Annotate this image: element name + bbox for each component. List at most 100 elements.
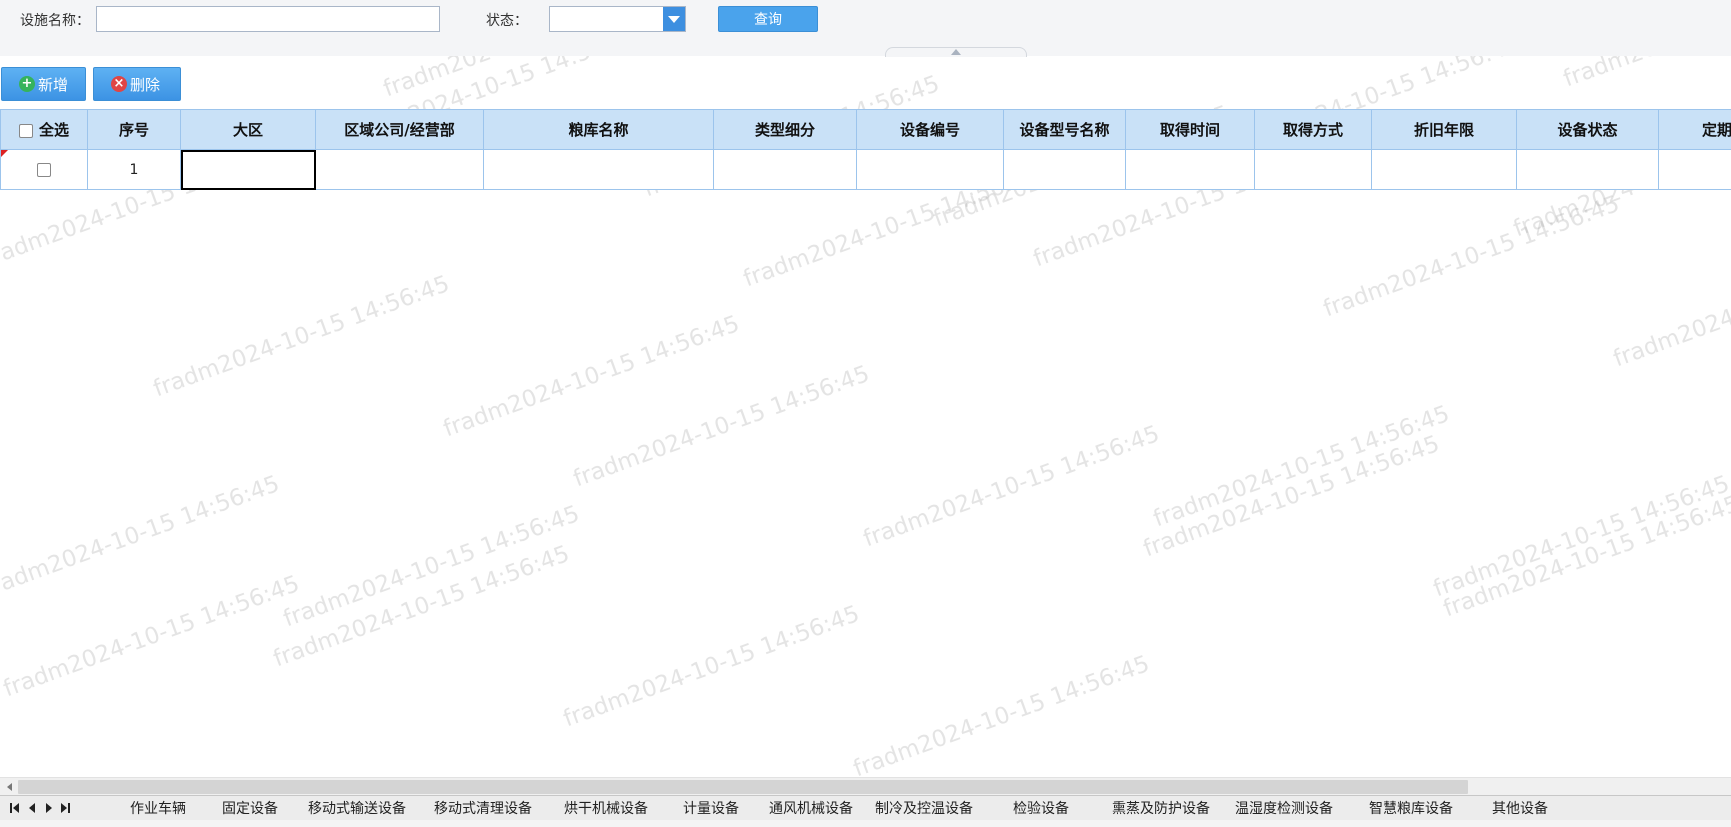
prev-sheet-icon[interactable]: [23, 796, 40, 820]
horizontal-scrollbar[interactable]: [0, 777, 1731, 795]
watermark-text: fradm2024-10-15 14:56:45: [0, 470, 283, 603]
col-header-equipment-no[interactable]: 设备编号: [856, 109, 1004, 150]
add-button[interactable]: + 新增: [1, 67, 86, 101]
col-header-depot-name[interactable]: 粮库名称: [483, 109, 714, 150]
sheet-tab-12[interactable]: 其他设备: [1470, 796, 1570, 820]
sheet-tab-label: 检验设备: [1013, 801, 1069, 817]
row-checkbox[interactable]: [37, 162, 51, 177]
watermark-text: fradm2024-10-15 14:56:45: [1560, 56, 1731, 92]
watermark-text: fradm2024-10-15 14:56:45: [1430, 470, 1731, 603]
equipment-grid: 全选 序号 大区 区域公司/经营部 粮库名称 类型细分 设备编号 设备型号名称 …: [0, 109, 1731, 190]
table-cell[interactable]: [1254, 149, 1372, 190]
sheet-tab-1[interactable]: 固定设备: [197, 796, 303, 820]
table-cell[interactable]: [1516, 149, 1659, 190]
sheet-tab-2[interactable]: 移动式输送设备: [288, 796, 426, 820]
col-header-depreciation[interactable]: 折旧年限: [1371, 109, 1517, 150]
sheet-tab-5[interactable]: 计量设备: [660, 796, 762, 820]
scroll-left-icon[interactable]: [2, 781, 16, 793]
sheet-tab-label: 通风机械设备: [769, 801, 853, 817]
sheet-tab-label: 烘干机械设备: [564, 801, 648, 817]
table-cell[interactable]: [1371, 149, 1517, 190]
watermark-text: fradm2024-10-15 14:56:45: [440, 310, 743, 443]
sheet-tab-7[interactable]: 制冷及控温设备: [860, 796, 988, 820]
select-all-header[interactable]: 全选: [0, 109, 88, 150]
watermark-text: fradm2024-10-15 14:56:45: [380, 56, 683, 102]
select-all-label: 全选: [38, 121, 69, 139]
table-cell[interactable]: [1658, 149, 1731, 190]
watermark-text: fradm2024-10-15 14:56:45: [1320, 190, 1623, 323]
next-sheet-icon[interactable]: [40, 796, 57, 820]
table-row[interactable]: 1: [0, 149, 1731, 190]
delete-button[interactable]: × 删除: [93, 67, 181, 101]
first-sheet-icon[interactable]: [6, 796, 23, 820]
sheet-tab-3[interactable]: 移动式清理设备: [413, 796, 553, 820]
close-icon: ×: [111, 76, 127, 92]
watermark-text: fradm2024-10-15 14:56:45: [1610, 241, 1731, 373]
scrollbar-thumb[interactable]: [18, 780, 1468, 794]
watermark-text: fradm2024-10-15 14:56:45: [560, 600, 863, 733]
sheet-tab-label: 作业车辆: [130, 801, 186, 817]
col-header-acquired-method[interactable]: 取得方式: [1254, 109, 1372, 150]
sheet-tab-label: 移动式输送设备: [308, 801, 406, 817]
table-cell[interactable]: [713, 149, 857, 190]
col-header-equipment-status[interactable]: 设备状态: [1516, 109, 1659, 150]
facility-name-input[interactable]: [96, 6, 440, 32]
sheet-tab-label: 智慧粮库设备: [1369, 801, 1453, 817]
facility-name-label: 设施名称：: [20, 13, 90, 29]
chevron-down-icon[interactable]: [663, 7, 685, 31]
watermark-text: fradm2024-10-15 14:56:45: [150, 270, 453, 403]
table-cell[interactable]: [483, 149, 714, 190]
watermark-text: fradm2024-10-15 14:56:45: [1150, 400, 1453, 533]
sheet-tab-8[interactable]: 检验设备: [975, 796, 1107, 820]
watermark-text: fradm2024-10-15 14:56:45: [860, 420, 1163, 553]
select-all-checkbox[interactable]: [18, 123, 33, 138]
edited-marker: [1, 150, 8, 157]
col-header-region[interactable]: 大区: [180, 109, 316, 150]
watermark-text: fradm2024-10-15 14:56:45: [0, 570, 303, 703]
sheet-tab-label: 计量设备: [683, 801, 739, 817]
status-label: 状态：: [486, 13, 528, 29]
delete-button-label: 删除: [130, 75, 161, 94]
sheet-nav: [6, 796, 74, 820]
col-header-type[interactable]: 类型细分: [713, 109, 857, 150]
sheet-tab-6[interactable]: 通风机械设备: [750, 796, 872, 820]
watermark-text: fradm2024-10-15 14:56:45: [1440, 490, 1731, 623]
col-header-acquired-time[interactable]: 取得时间: [1125, 109, 1255, 150]
sheet-tab-9[interactable]: 熏蒸及防护设备: [1095, 796, 1227, 820]
status-select[interactable]: [549, 6, 686, 32]
sheet-tab-0[interactable]: 作业车辆: [101, 796, 215, 820]
table-cell[interactable]: 1: [87, 149, 181, 190]
grid-header-row: 全选 序号 大区 区域公司/经营部 粮库名称 类型细分 设备编号 设备型号名称 …: [0, 109, 1731, 150]
watermark-text: fradm2024-10-15 14:56:45: [1140, 430, 1443, 563]
last-sheet-icon[interactable]: [57, 796, 74, 820]
table-cell-active[interactable]: [180, 149, 316, 190]
plus-icon: +: [19, 76, 35, 92]
sheet-tab-4[interactable]: 烘干机械设备: [540, 796, 672, 820]
sheet-tab-label: 其他设备: [1492, 801, 1548, 817]
query-button[interactable]: 查询: [718, 6, 818, 32]
sheet-tab-label: 温湿度检测设备: [1235, 801, 1333, 817]
col-header-company[interactable]: 区域公司/经营部: [315, 109, 484, 150]
table-cell[interactable]: [856, 149, 1004, 190]
col-header-index[interactable]: 序号: [87, 109, 181, 150]
watermark-text: fradm2024-10-15 14:56:45: [570, 360, 873, 493]
query-bar: 设施名称： 状态： 查询: [0, 0, 1731, 57]
table-cell[interactable]: [1003, 149, 1126, 190]
watermark-text: fradm2024-10-15 14:56:45: [270, 540, 573, 673]
sheet-tab-label: 固定设备: [222, 801, 278, 817]
sheet-tab-10[interactable]: 温湿度检测设备: [1215, 796, 1353, 820]
table-cell[interactable]: [1125, 149, 1255, 190]
col-header-maintenance[interactable]: 定期维: [1658, 109, 1731, 150]
sheet-tab-bar: 作业车辆 固定设备 移动式输送设备 移动式清理设备 烘干机械设备 计量设备 通风机械设备 制冷…: [0, 795, 1731, 827]
sheet-bar-footer: [0, 820, 1731, 827]
row-checkbox-cell[interactable]: [0, 149, 88, 190]
collapse-toggle[interactable]: [885, 47, 1027, 57]
table-cell[interactable]: [315, 149, 484, 190]
sheet-tab-label: 制冷及控温设备: [875, 801, 973, 817]
col-header-model-name[interactable]: 设备型号名称: [1003, 109, 1126, 150]
watermark-text: fradm2024-10-15 14:56:45: [850, 650, 1153, 776]
sheet-tab-11[interactable]: 智慧粮库设备: [1340, 796, 1482, 820]
watermark-text: fradm2024-10-15 14:56:45: [280, 500, 583, 633]
sheet-tab-label: 熏蒸及防护设备: [1112, 801, 1210, 817]
sheet-tab-label: 移动式清理设备: [434, 801, 532, 817]
